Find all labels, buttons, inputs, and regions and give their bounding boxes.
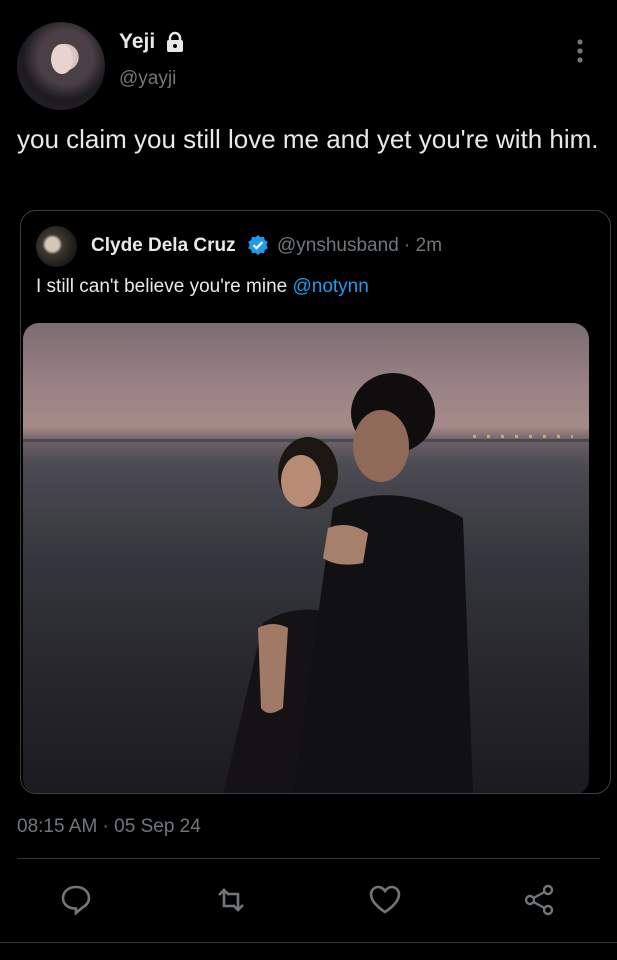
quoted-photo[interactable] <box>23 323 589 793</box>
like-icon[interactable] <box>367 882 403 918</box>
quoted-text: I still can't believe you're mine @notyn… <box>36 276 369 298</box>
divider-bottom <box>0 942 617 943</box>
share-icon[interactable] <box>521 882 557 918</box>
quoted-avatar[interactable] <box>36 226 77 267</box>
author-name[interactable]: Yeji <box>119 30 155 54</box>
divider <box>17 858 600 859</box>
mention-link[interactable]: @notynn <box>292 276 368 297</box>
more-vertical-icon[interactable] <box>570 36 590 66</box>
lock-icon <box>164 31 186 53</box>
quoted-author-name[interactable]: Clyde Dela Cruz <box>91 235 236 257</box>
tweet-text: you claim you still love me and yet you'… <box>17 124 599 154</box>
author-avatar[interactable] <box>17 22 105 110</box>
couple-man-figure <box>273 368 473 793</box>
reply-icon[interactable] <box>58 882 94 918</box>
quoted-text-body: I still can't believe you're mine <box>36 276 293 297</box>
author-handle[interactable]: @yayji <box>119 68 176 90</box>
quoted-tweet[interactable]: Clyde Dela Cruz @ynshusband · 2m I still… <box>20 210 611 794</box>
city-lights <box>473 435 573 438</box>
timestamp[interactable]: 08:15 AM · 05 Sep 24 <box>17 816 201 838</box>
quoted-handle-time: @ynshusband · 2m <box>277 235 443 256</box>
retweet-icon[interactable] <box>213 882 249 918</box>
verified-badge-icon <box>247 234 269 256</box>
